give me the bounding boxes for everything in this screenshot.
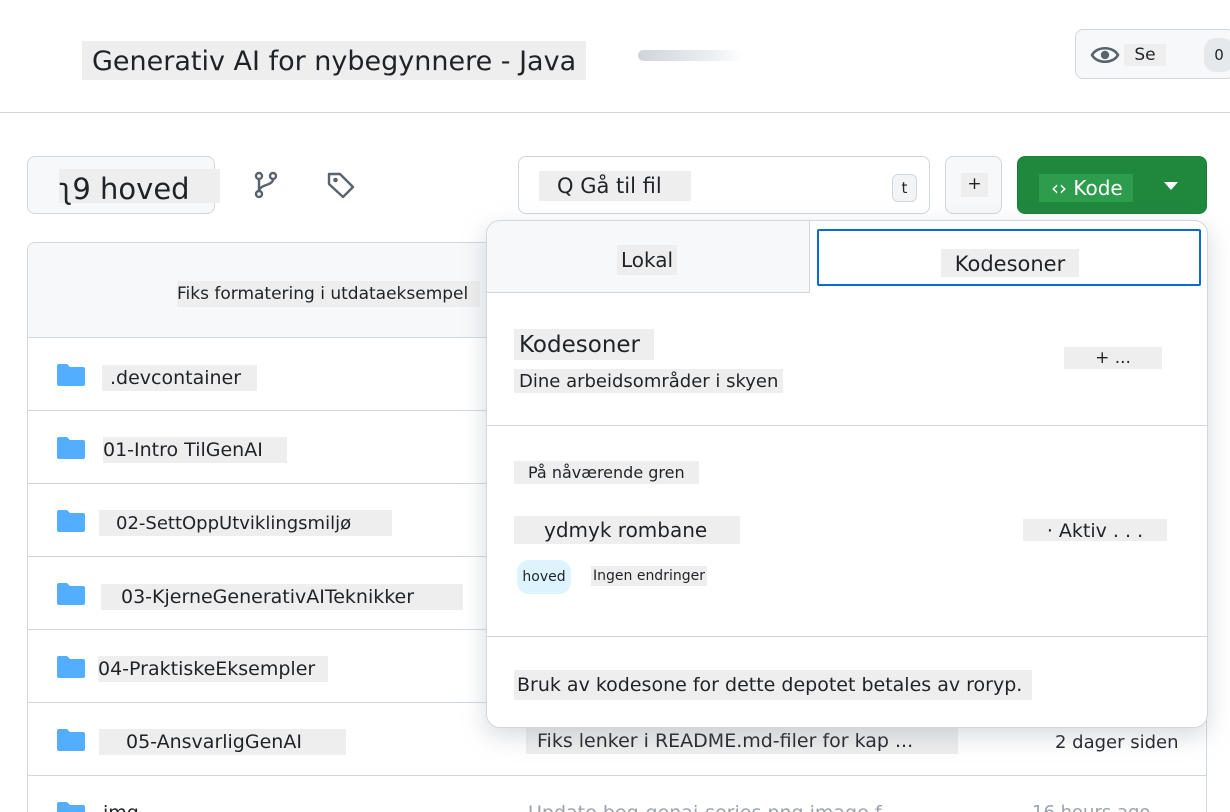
add-file-label: + [961,173,988,197]
current-branch-heading: På nåværende gren [514,461,699,484]
file-name[interactable]: 04-PraktiskeEksempler [98,656,328,682]
tab-codespaces-label: Kodesoner [941,249,1079,277]
folder-icon [57,729,85,751]
eye-icon [1090,46,1120,64]
commit-date: 2 dager siden [1055,732,1179,753]
watch-count: 0 [1204,38,1230,72]
repo-visibility-placeholder [638,50,744,61]
commit-message[interactable]: Update beg-genai-series.png image f... [528,800,898,812]
codespaces-subtitle: Dine arbeidsområder i skyen [514,369,784,393]
folder-icon [57,510,85,532]
no-changes-label: Ingen endringer [591,566,707,586]
watch-label: Se [1124,44,1166,66]
add-file-button[interactable]: + [945,156,1002,214]
repo-header: Generativ AI for nybegynnere - Java Se 0 [0,0,1230,113]
triangle-down-icon[interactable] [1164,182,1178,190]
codespace-state[interactable]: · Aktiv . . . [1023,519,1167,542]
branch-selector-label: ʅ9 hoved [59,169,220,206]
latest-commit-message[interactable]: Fiks formatering i utdataeksempel [177,281,481,307]
commit-message[interactable]: Fiks lenker i README.md-filer for kap ..… [526,728,958,754]
file-name[interactable]: .devcontainer [102,365,257,391]
go-to-file-label: Q Gå til fil [539,171,691,201]
codespaces-header-section: Kodesoner Dine arbeidsområder i skyen + … [487,293,1207,426]
folder-icon [57,802,85,812]
folder-icon [57,437,85,459]
folder-icon [57,583,85,605]
code-button[interactable]: ‹› Kode [1017,156,1207,214]
tab-codespaces[interactable]: Kodesoner [817,229,1201,286]
codespace-name[interactable]: ydmyk rombane [514,516,740,544]
code-dropdown-panel: Lokal Kodesoner Kodesoner Dine arbeidsom… [486,220,1208,728]
code-button-label: ‹› Kode [1039,174,1133,202]
billing-note: Bruk av kodesone for dette depotet betal… [514,670,1033,700]
commit-date: 16 hours ago [1032,800,1150,812]
git-branch-icon[interactable] [251,170,281,200]
file-name[interactable]: 03-KjerneGenerativAITeknikker [101,584,463,610]
go-to-file-shortcut: t [892,174,917,202]
folder-icon [57,656,85,678]
watch-button[interactable]: Se 0 [1075,29,1230,79]
file-name[interactable]: img [103,800,139,812]
add-codespace-button[interactable]: + ... [1064,347,1162,369]
repo-title[interactable]: Generativ AI for nybegynnere - Java [82,41,587,80]
branch-selector-button[interactable]: ʅ9 hoved [27,156,220,214]
tab-local-label: Lokal [617,245,677,275]
table-row[interactable]: img Update beg-genai-series.png image f.… [28,776,1206,812]
file-name[interactable]: 02-SettOppUtviklingsmiljø [99,510,392,536]
codespaces-title: Kodesoner [514,329,654,360]
folder-icon [57,364,85,386]
file-name[interactable]: 01-Intro TilGenAI [103,437,287,463]
branch-badge: hoved [517,560,571,594]
go-to-file-input[interactable]: Q Gå til fil t [518,156,930,214]
current-branch-section: På nåværende gren ydmyk rombane · Aktiv … [487,426,1207,637]
tab-local[interactable]: Lokal [487,221,810,293]
file-name[interactable]: 05-AnsvarligGenAI [99,729,346,755]
tag-icon[interactable] [326,170,356,200]
